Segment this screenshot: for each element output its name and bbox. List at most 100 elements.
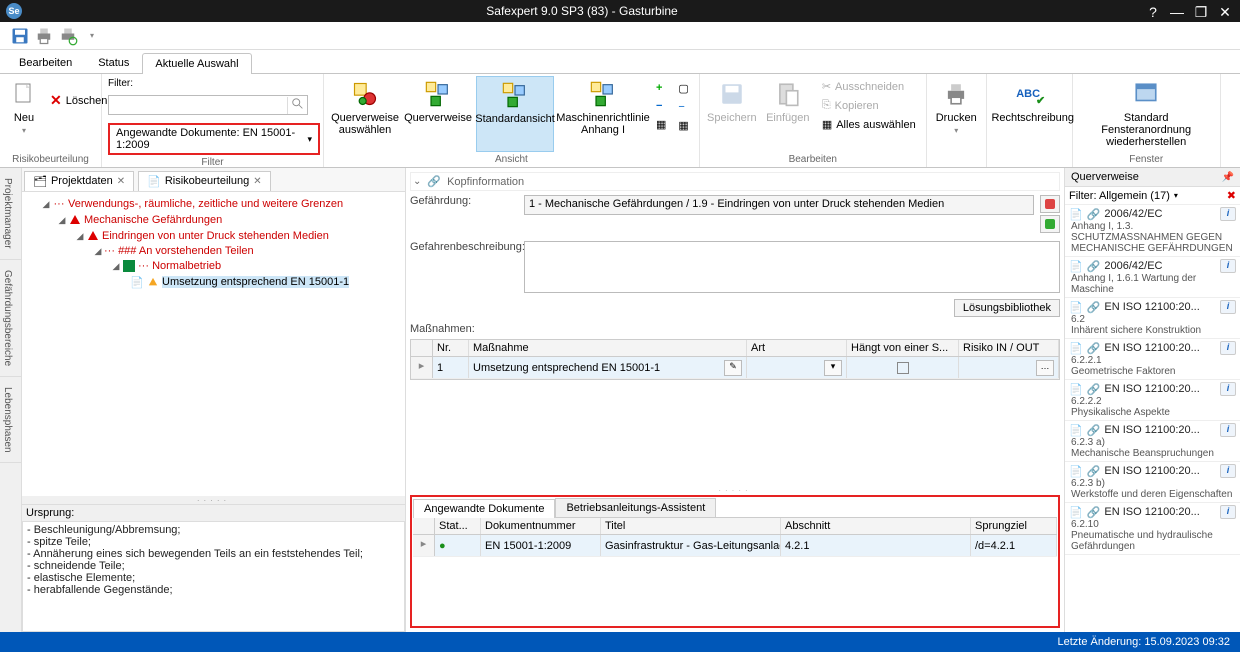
tree-item[interactable]: ◢Mechanische Gefährdungen xyxy=(26,212,401,228)
maximize-button[interactable]: ❐ xyxy=(1192,4,1210,18)
list-item[interactable]: 📄🔗EN ISO 12100:20...i6.2 Inhärent sicher… xyxy=(1065,298,1240,339)
cut-button[interactable]: ✂Ausschneiden xyxy=(818,78,920,95)
minimize-button[interactable]: — xyxy=(1168,4,1186,18)
info-button[interactable]: i xyxy=(1220,464,1236,478)
grid-row[interactable]: ▸ ● EN 15001-1:2009 Gasinfrastruktur - G… xyxy=(413,535,1057,557)
list-item[interactable]: 📄🔗EN ISO 12100:20...i6.2.10 Pneumatische… xyxy=(1065,503,1240,555)
cell-more-button[interactable]: … xyxy=(1036,360,1054,376)
view-alt3-button[interactable]: ▦ xyxy=(674,117,692,134)
cell-titel[interactable]: Gasinfrastruktur - Gas-Leitungsanlagen .… xyxy=(601,535,781,556)
list-item[interactable]: 📄🔗EN ISO 12100:20...i6.2.3 b) Werkstoffe… xyxy=(1065,462,1240,503)
qa-dropdown-icon[interactable]: ▾ xyxy=(82,26,102,46)
tab-projektdaten[interactable]: 🗂 Projektdaten ✕ xyxy=(24,171,134,191)
info-button[interactable]: i xyxy=(1220,259,1236,273)
tree-item[interactable]: ◢ Eindringen von unter Druck stehenden Me… xyxy=(26,228,401,244)
filter-search-icon[interactable] xyxy=(287,97,307,114)
col-massnahme[interactable]: Maßnahme xyxy=(469,340,747,356)
view-alt2-button[interactable]: − xyxy=(674,99,692,115)
tab-status[interactable]: Status xyxy=(85,52,142,73)
collapse-icon[interactable]: ⌄ xyxy=(413,176,421,187)
kopfinfo-header[interactable]: ⌄ 🔗 Kopfinformation xyxy=(410,172,1060,191)
cell-art[interactable]: ▾ xyxy=(747,357,847,378)
cell-haengt[interactable] xyxy=(847,357,959,378)
col-nr[interactable]: Nr. xyxy=(433,340,469,356)
restore-layout-button[interactable]: Standard Fensteranordnung wiederherstell… xyxy=(1079,76,1214,150)
view-remove-button[interactable]: − xyxy=(652,98,670,114)
solution-library-button[interactable]: Lösungsbibliothek xyxy=(954,299,1060,317)
list-item[interactable]: 📄🔗2006/42/ECiAnhang I, 1.6.1 Wartung der… xyxy=(1065,257,1240,298)
info-button[interactable]: i xyxy=(1220,423,1236,437)
tab-risikobeurteilung[interactable]: 📄 Risikobeurteilung ✕ xyxy=(138,171,270,191)
paste-button[interactable]: Einfügen xyxy=(762,76,814,126)
qa-print-icon[interactable] xyxy=(34,26,54,46)
origin-body[interactable]: - Beschleunigung/Abbremsung; - spitze Te… xyxy=(22,521,405,632)
tab-bearbeiten[interactable]: Bearbeiten xyxy=(6,52,85,73)
list-item[interactable]: 📄🔗EN ISO 12100:20...i6.2.2.2 Physikalisc… xyxy=(1065,380,1240,421)
col-sprungziel[interactable]: Sprungziel xyxy=(971,518,1057,534)
tree-item[interactable]: 📄Umsetzung entsprechend EN 15001-1 xyxy=(26,274,401,290)
tree-label[interactable]: ### An vorstehenden Teilen xyxy=(118,245,254,257)
clear-filter-icon[interactable]: ✖ xyxy=(1227,189,1236,202)
cell-nr[interactable]: 1 xyxy=(433,357,469,378)
view-add-button[interactable]: + xyxy=(652,80,670,96)
col-dokumentnummer[interactable]: Dokumentnummer xyxy=(481,518,601,534)
col-abschnitt[interactable]: Abschnitt xyxy=(781,518,971,534)
collapse-icon[interactable]: ◢ xyxy=(110,261,122,272)
side-tab-lebensphasen[interactable]: Lebensphasen xyxy=(0,377,21,464)
view-more-button[interactable]: ▦ xyxy=(652,116,670,133)
tab-aktuelle-auswahl[interactable]: Aktuelle Auswahl xyxy=(142,53,251,74)
tab-betriebsanleitungs-assistent[interactable]: Betriebsanleitungs-Assistent xyxy=(555,498,716,517)
splitter[interactable]: ····· xyxy=(410,380,1060,495)
cell-risiko[interactable]: … xyxy=(959,357,1059,378)
row-handle[interactable]: ▸ xyxy=(411,357,433,378)
cell-massnahme[interactable]: Umsetzung entsprechend EN 15001-1✎ xyxy=(469,357,747,378)
tree-label[interactable]: Eindringen von unter Druck stehenden Med… xyxy=(102,230,329,242)
close-button[interactable]: ✕ xyxy=(1216,4,1234,18)
standard-view-button[interactable]: Standardansicht xyxy=(476,76,554,152)
row-handle[interactable]: ▸ xyxy=(413,535,435,556)
tree-item[interactable]: ◢··· ### An vorstehenden Teilen xyxy=(26,244,401,258)
cell-dropdown-button[interactable]: ▾ xyxy=(824,360,842,376)
col-risiko[interactable]: Risiko IN / OUT xyxy=(959,340,1059,356)
collapse-icon[interactable]: ◢ xyxy=(56,215,68,226)
close-icon[interactable]: ✕ xyxy=(253,176,261,187)
select-all-button[interactable]: ▦Alles auswählen xyxy=(818,116,920,133)
info-button[interactable]: i xyxy=(1220,207,1236,221)
cell-edit-button[interactable]: ✎ xyxy=(724,360,742,376)
col-haengt[interactable]: Hängt von einer S... xyxy=(847,340,959,356)
chevron-down-icon[interactable]: ▾ xyxy=(1174,191,1178,200)
col-status[interactable]: Stat... xyxy=(435,518,481,534)
list-item[interactable]: 📄🔗EN ISO 12100:20...i6.2.2.1 Geometrisch… xyxy=(1065,339,1240,380)
col-titel[interactable]: Titel xyxy=(601,518,781,534)
new-button[interactable]: Neu ▾ xyxy=(6,76,42,137)
info-button[interactable]: i xyxy=(1220,300,1236,314)
splitter[interactable]: ····· xyxy=(22,496,405,504)
save-button[interactable]: Speichern xyxy=(706,76,758,126)
cell-sprungziel[interactable]: /d=4.2.1 xyxy=(971,535,1057,556)
info-button[interactable]: i xyxy=(1220,505,1236,519)
cell-status[interactable]: ● xyxy=(435,535,481,556)
qa-print-preview-icon[interactable] xyxy=(58,26,78,46)
pin-icon[interactable]: 📌 xyxy=(1222,172,1234,183)
collapse-icon[interactable]: ◢ xyxy=(40,199,52,210)
tree-label[interactable]: Verwendungs-, räumliche, zeitliche und w… xyxy=(68,198,343,210)
machinery-directive-button[interactable]: Maschinenrichtlinie Anhang I xyxy=(558,76,648,138)
spellcheck-button[interactable]: ABC✔ Rechtschreibung xyxy=(993,76,1073,126)
cell-docnr[interactable]: EN 15001-1:2009 xyxy=(481,535,601,556)
side-tab-projektmanager[interactable]: Projektmanager xyxy=(0,168,21,260)
list-item[interactable]: 📄🔗2006/42/ECiAnhang I, 1.3. SCHUTZMASSNA… xyxy=(1065,205,1240,257)
side-tab-gefaehrdungsbereiche[interactable]: Gefährdungsbereiche xyxy=(0,260,21,377)
print-button[interactable]: Drucken ▾ xyxy=(933,76,980,137)
info-button[interactable]: i xyxy=(1220,382,1236,396)
gefaehrdung-add-button[interactable] xyxy=(1040,215,1060,233)
view-alt1-button[interactable]: ▢ xyxy=(674,80,692,97)
col-art[interactable]: Art xyxy=(747,340,847,356)
querverweise-button[interactable]: Querverweise xyxy=(404,76,472,150)
grid-row[interactable]: ▸ 1 Umsetzung entsprechend EN 15001-1✎ ▾… xyxy=(411,357,1059,379)
tree-item[interactable]: ◢··· Normalbetrieb xyxy=(26,258,401,274)
querverweise-filter[interactable]: Filter: Allgemein (17) ▾ ✖ xyxy=(1065,187,1240,205)
list-item[interactable]: 📄🔗EN ISO 12100:20...i6.2.3 a) Mechanisch… xyxy=(1065,421,1240,462)
tab-angewandte-dokumente[interactable]: Angewandte Dokumente xyxy=(413,499,555,518)
help-button[interactable]: ? xyxy=(1144,4,1162,18)
collapse-icon[interactable]: ◢ xyxy=(74,231,86,242)
